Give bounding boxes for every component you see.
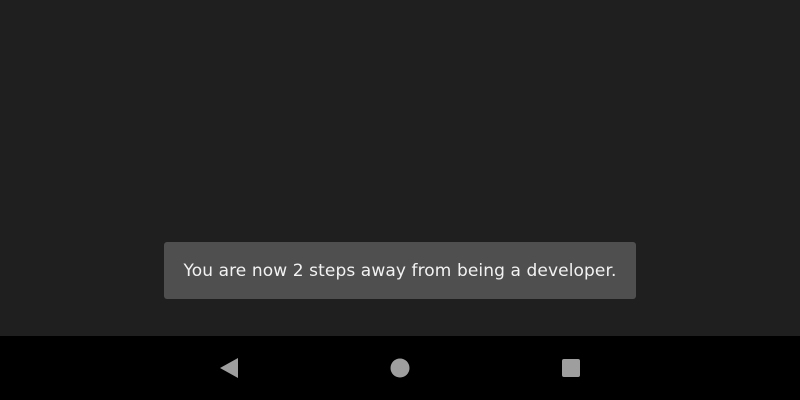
toast-notification: You are now 2 steps away from being a de… xyxy=(164,242,636,299)
home-circle-icon xyxy=(390,358,410,378)
back-triangle-icon xyxy=(220,358,238,378)
back-button[interactable] xyxy=(215,354,243,382)
recents-button[interactable] xyxy=(557,354,585,382)
device-screen: You are now 2 steps away from being a de… xyxy=(0,0,800,400)
recents-square-icon xyxy=(562,359,580,377)
app-content-area: You are now 2 steps away from being a de… xyxy=(0,0,800,336)
toast-message: You are now 2 steps away from being a de… xyxy=(183,260,617,281)
system-navigation-bar xyxy=(0,336,800,400)
home-button[interactable] xyxy=(386,354,414,382)
